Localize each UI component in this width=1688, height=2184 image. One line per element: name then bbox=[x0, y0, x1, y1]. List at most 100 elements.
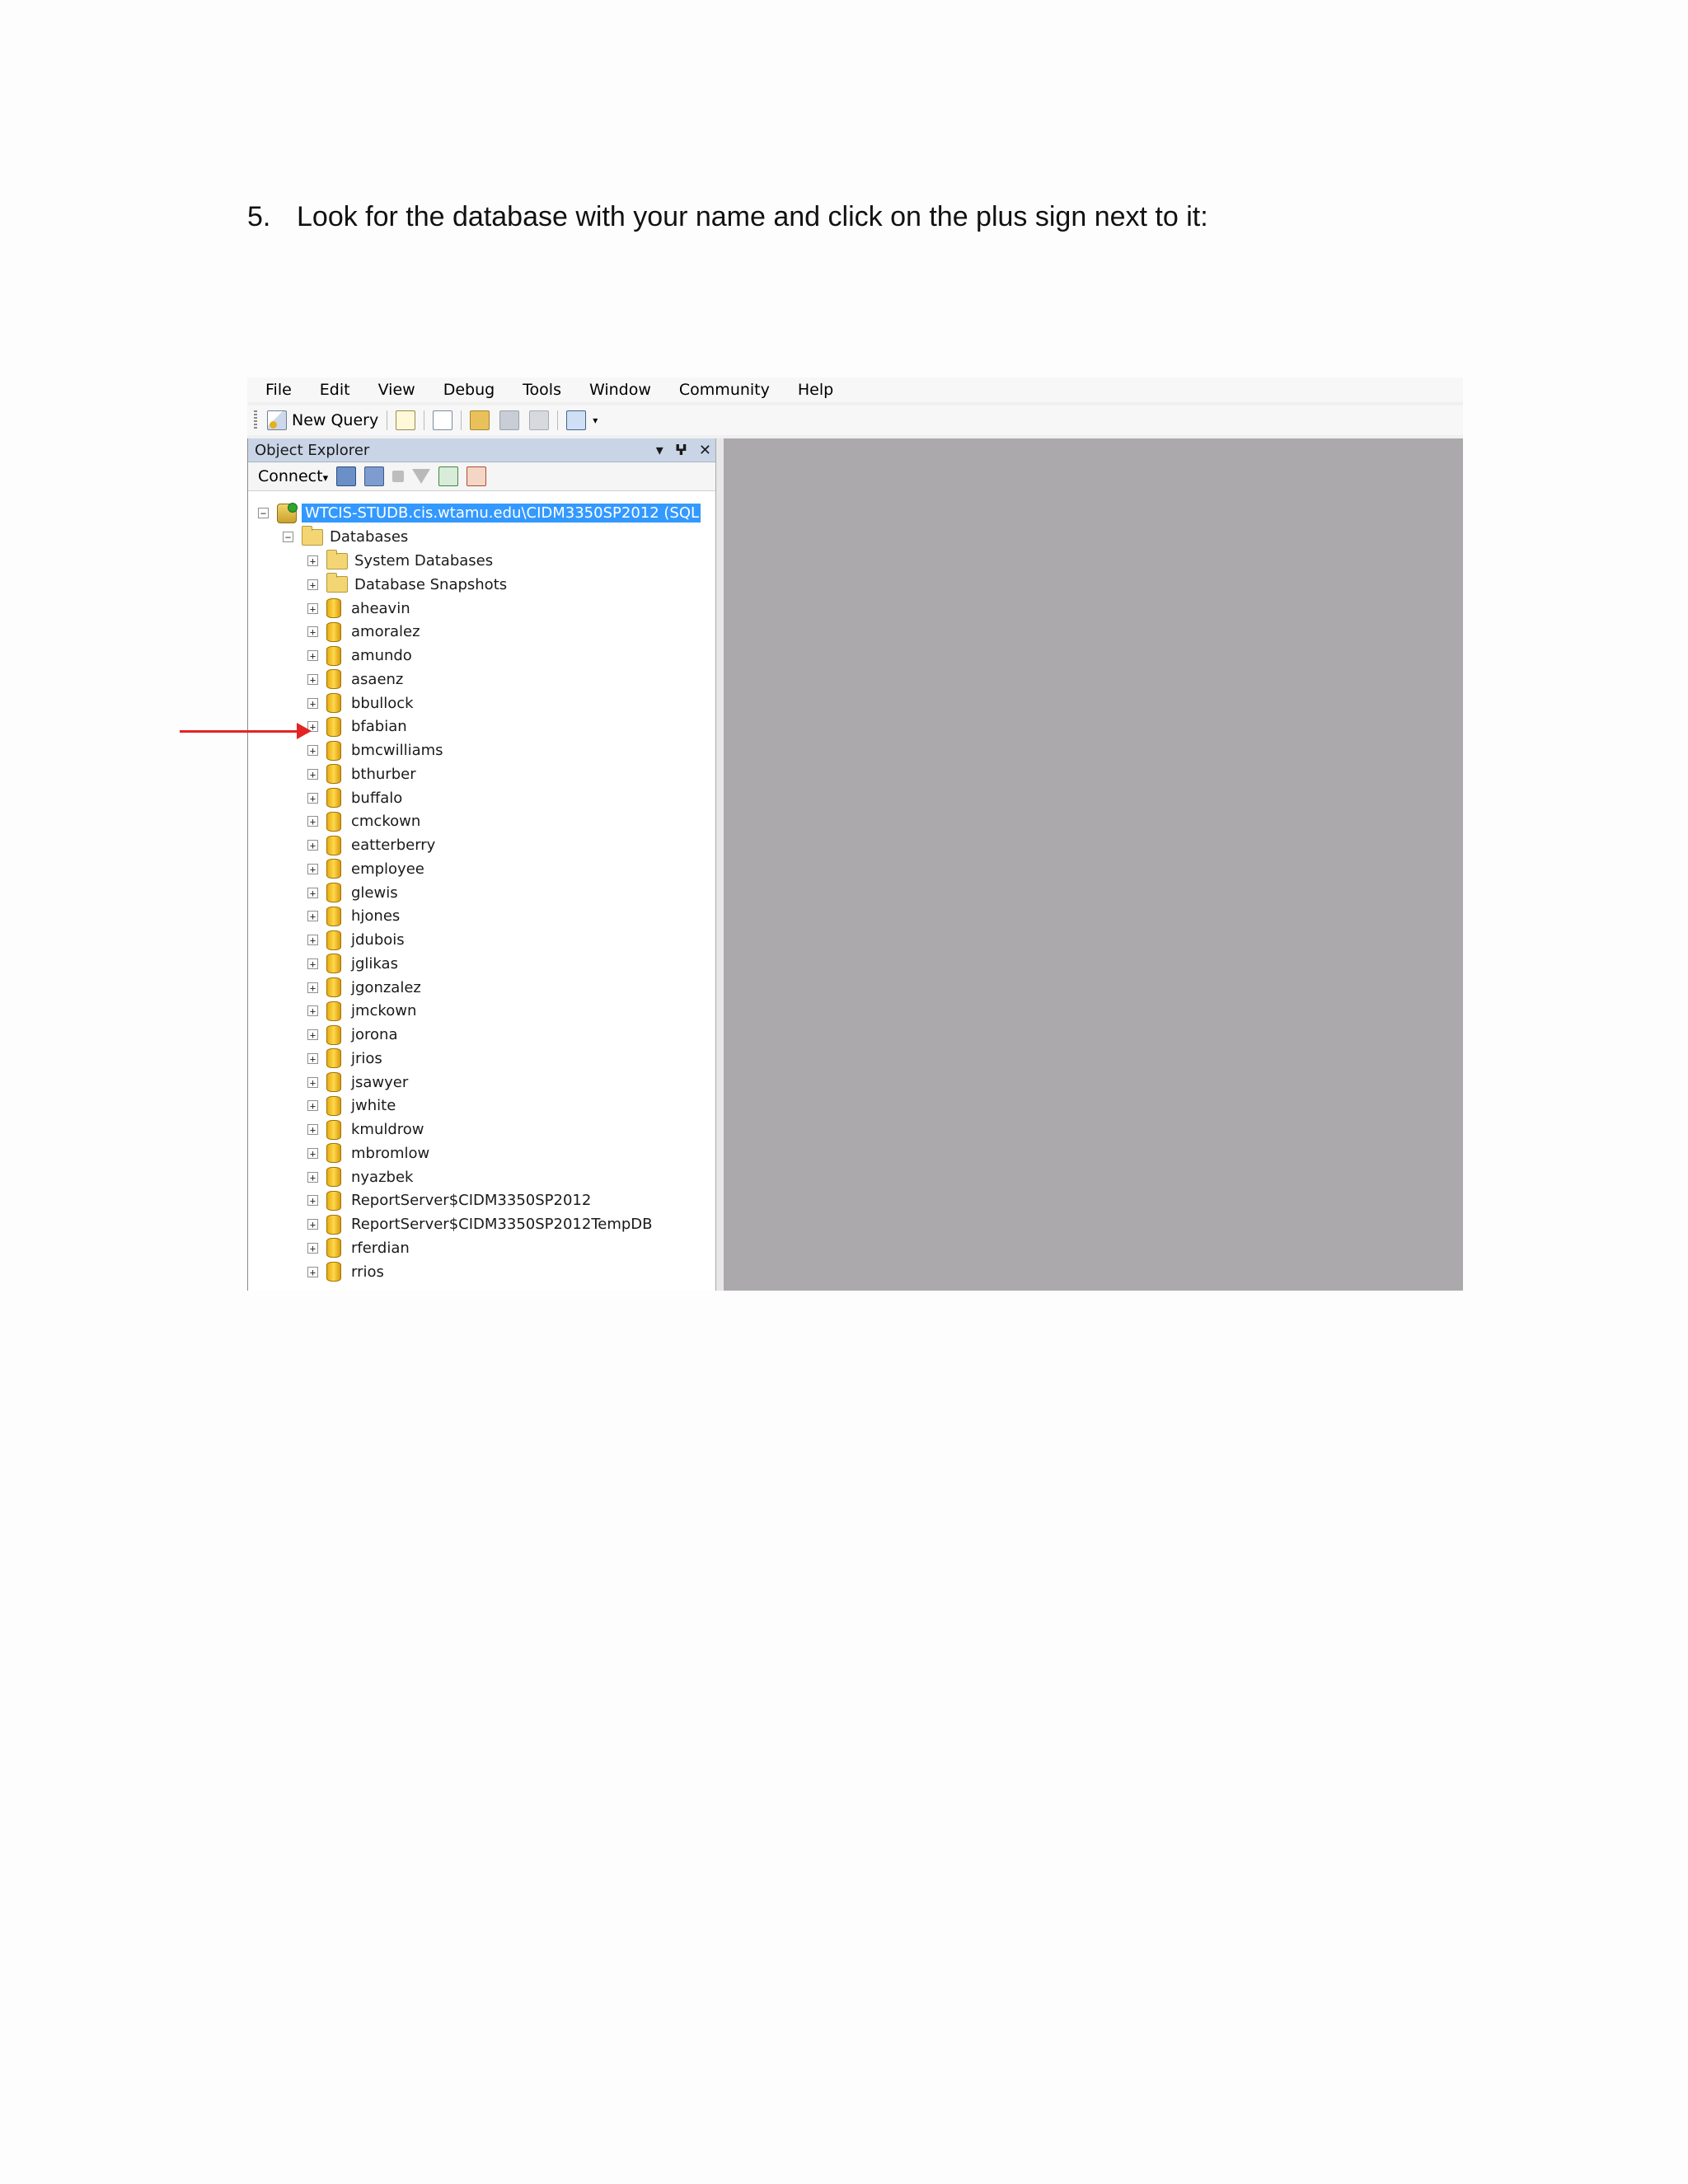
tree-node-database[interactable]: + amundo bbox=[307, 644, 412, 668]
expand-plus-icon[interactable]: + bbox=[307, 792, 318, 804]
expand-plus-icon[interactable]: + bbox=[307, 602, 318, 614]
database-label[interactable]: jglikas bbox=[351, 955, 398, 972]
collapse-icon[interactable]: − bbox=[283, 532, 293, 542]
database-label[interactable]: mbromlow bbox=[351, 1145, 429, 1162]
new-file-button[interactable] bbox=[428, 408, 457, 433]
tree-node-database[interactable]: + kmuldrow bbox=[307, 1118, 424, 1141]
menu-window[interactable]: Window bbox=[571, 381, 661, 399]
expand-plus-icon[interactable]: + bbox=[307, 1005, 318, 1017]
close-icon[interactable]: ✕ bbox=[699, 442, 711, 459]
open-file-button[interactable] bbox=[465, 408, 495, 433]
activity-monitor-button[interactable]: ▾ bbox=[561, 408, 603, 433]
tree-node-database[interactable]: + glewis bbox=[307, 881, 398, 905]
expand-plus-icon[interactable]: + bbox=[307, 1195, 318, 1207]
database-label[interactable]: jgonzalez bbox=[351, 979, 421, 996]
menu-tools[interactable]: Tools bbox=[504, 381, 571, 399]
tree-node-databases[interactable]: − Databases bbox=[283, 525, 408, 549]
expand-plus-icon[interactable]: + bbox=[307, 1100, 318, 1112]
menu-file[interactable]: File bbox=[247, 381, 302, 399]
expand-plus-icon[interactable]: + bbox=[307, 1052, 318, 1064]
pin-icon[interactable]: ⵖ bbox=[675, 442, 687, 459]
expand-plus-icon[interactable]: + bbox=[307, 768, 318, 780]
new-query-button[interactable]: New Query bbox=[262, 408, 383, 433]
expand-plus-icon[interactable]: + bbox=[307, 1076, 318, 1088]
expand-plus-icon[interactable]: + bbox=[307, 579, 318, 590]
database-label[interactable]: employee bbox=[351, 860, 424, 878]
database-label[interactable]: bfabian bbox=[351, 718, 407, 735]
panel-dropdown-icon[interactable]: ▾ bbox=[656, 442, 663, 459]
connect-button[interactable]: Connect▾ bbox=[258, 467, 328, 485]
expand-plus-icon[interactable]: + bbox=[307, 958, 318, 969]
tree-node-database[interactable]: + rrios bbox=[307, 1260, 384, 1284]
databases-label[interactable]: Databases bbox=[330, 528, 408, 546]
database-label[interactable]: jmckown bbox=[351, 1002, 416, 1019]
tree-node-database[interactable]: + jwhite bbox=[307, 1094, 396, 1118]
toolbar-overflow-icon[interactable]: ▾ bbox=[593, 415, 598, 426]
tree-node-database[interactable]: + hjones bbox=[307, 904, 400, 928]
folder-label[interactable]: System Databases bbox=[354, 552, 493, 569]
database-label[interactable]: ReportServer$CIDM3350SP2012 bbox=[351, 1192, 591, 1209]
database-label[interactable]: jorona bbox=[351, 1026, 397, 1043]
expand-plus-icon[interactable]: + bbox=[307, 1266, 318, 1277]
menu-community[interactable]: Community bbox=[661, 381, 780, 399]
collapse-icon[interactable]: − bbox=[258, 508, 269, 518]
tree-node-database[interactable]: + buffalo bbox=[307, 786, 402, 810]
expand-plus-icon[interactable]: + bbox=[307, 1124, 318, 1135]
database-label[interactable]: cmckown bbox=[351, 813, 420, 830]
database-label[interactable]: aheavin bbox=[351, 600, 410, 617]
expand-plus-icon[interactable]: + bbox=[307, 650, 318, 661]
expand-plus-icon[interactable]: + bbox=[307, 840, 318, 851]
tree-node-database[interactable]: + jmckown bbox=[307, 999, 416, 1023]
database-label[interactable]: hjones bbox=[351, 907, 400, 925]
tree-node-database[interactable]: + bfabian bbox=[307, 715, 407, 738]
tree-node-database[interactable]: + ReportServer$CIDM3350SP2012TempDB bbox=[307, 1212, 653, 1236]
menu-view[interactable]: View bbox=[360, 381, 425, 399]
menu-help[interactable]: Help bbox=[780, 381, 843, 399]
expand-plus-icon[interactable]: + bbox=[307, 673, 318, 685]
tree-node-database[interactable]: + bbullock bbox=[307, 691, 414, 715]
tree-node-database[interactable]: + jglikas bbox=[307, 952, 398, 976]
database-label[interactable]: jwhite bbox=[351, 1097, 396, 1114]
database-label[interactable]: amundo bbox=[351, 647, 412, 664]
tree-node-folder[interactable]: + Database Snapshots bbox=[307, 573, 507, 597]
database-label[interactable]: amoralez bbox=[351, 623, 420, 640]
tree-node-database[interactable]: + eatterberry bbox=[307, 833, 435, 857]
expand-plus-icon[interactable]: + bbox=[307, 1171, 318, 1183]
tree-node-database[interactable]: + bthurber bbox=[307, 762, 416, 786]
expand-plus-icon[interactable]: + bbox=[307, 863, 318, 874]
menu-debug[interactable]: Debug bbox=[425, 381, 504, 399]
tree-node-database[interactable]: + jsawyer bbox=[307, 1071, 408, 1094]
database-label[interactable]: bbullock bbox=[351, 695, 414, 712]
expand-plus-icon[interactable]: + bbox=[307, 697, 318, 709]
print-button[interactable] bbox=[524, 408, 554, 433]
tree-node-database[interactable]: + jorona bbox=[307, 1023, 397, 1047]
tree-node-folder[interactable]: + System Databases bbox=[307, 549, 493, 573]
tree-node-database[interactable]: + employee bbox=[307, 857, 424, 881]
database-label[interactable]: jsawyer bbox=[351, 1074, 408, 1091]
filter-icon[interactable] bbox=[412, 469, 431, 484]
database-label[interactable]: jdubois bbox=[351, 931, 405, 949]
tree-node-database[interactable]: + nyazbek bbox=[307, 1165, 413, 1189]
stop-icon[interactable] bbox=[392, 471, 405, 482]
expand-plus-icon[interactable]: + bbox=[307, 887, 318, 898]
database-label[interactable]: kmuldrow bbox=[351, 1121, 424, 1138]
summary-report-icon[interactable] bbox=[467, 466, 487, 486]
tree-node-database[interactable]: + jrios bbox=[307, 1047, 382, 1071]
expand-plus-icon[interactable]: + bbox=[307, 1029, 318, 1040]
database-label[interactable]: asaenz bbox=[351, 671, 403, 688]
expand-plus-icon[interactable]: + bbox=[307, 982, 318, 993]
expand-plus-icon[interactable]: + bbox=[307, 1147, 318, 1159]
tree-node-database[interactable]: + jdubois bbox=[307, 928, 405, 952]
tree-node-database[interactable]: + jgonzalez bbox=[307, 976, 421, 1000]
expand-plus-icon[interactable]: + bbox=[307, 935, 318, 945]
database-label[interactable]: eatterberry bbox=[351, 837, 435, 854]
tree-node-database[interactable]: + cmckown bbox=[307, 809, 420, 833]
database-label[interactable]: buffalo bbox=[351, 790, 402, 807]
expand-plus-icon[interactable]: + bbox=[307, 1242, 318, 1254]
disconnect-icon[interactable] bbox=[364, 466, 385, 486]
save-button[interactable] bbox=[495, 408, 524, 433]
server-label[interactable]: WTCIS-STUDB.cis.wtamu.edu\CIDM3350SP2012… bbox=[302, 504, 701, 523]
menu-edit[interactable]: Edit bbox=[302, 381, 360, 399]
database-label[interactable]: ReportServer$CIDM3350SP2012TempDB bbox=[351, 1216, 653, 1233]
expand-plus-icon[interactable]: + bbox=[307, 555, 318, 566]
